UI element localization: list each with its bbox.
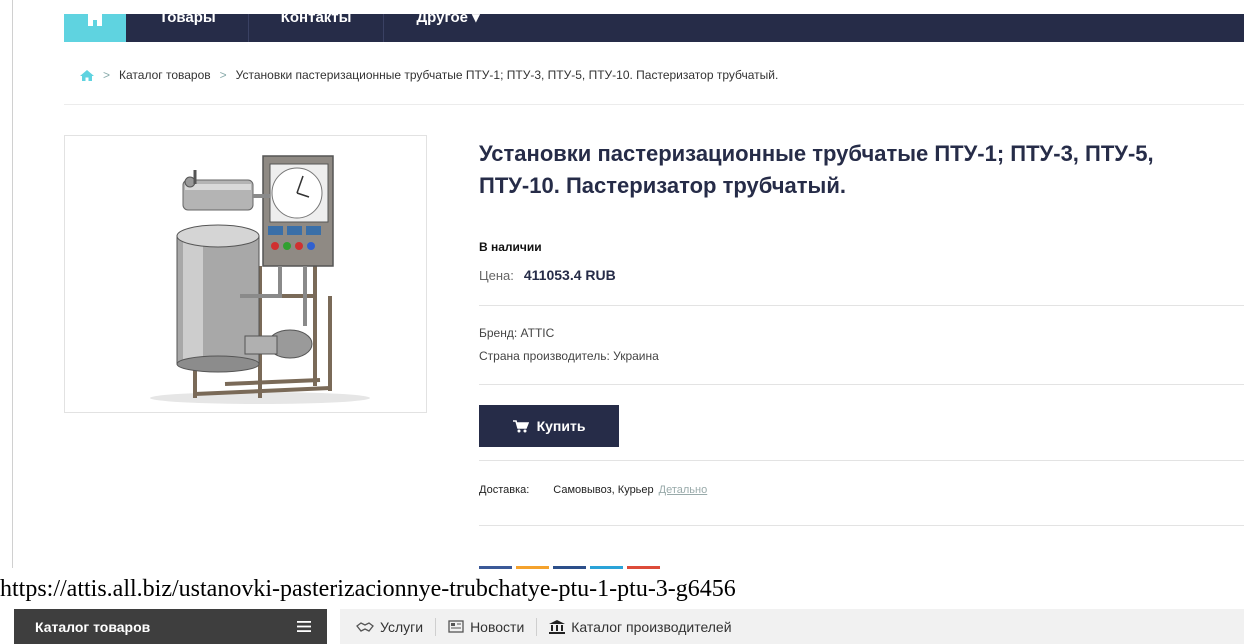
breadcrumb-home-icon[interactable] <box>80 69 94 81</box>
nav-home-button[interactable] <box>64 14 126 42</box>
share-buttons <box>479 566 660 569</box>
divider <box>479 525 1244 526</box>
divider <box>479 384 1244 385</box>
price-value: 411053.4 RUB <box>523 267 616 283</box>
country-info: Страна производитель: Украина <box>479 349 659 363</box>
catalog-menu-button[interactable]: Каталог товаров <box>14 609 327 644</box>
delivery-details-link[interactable]: Детально <box>659 484 708 496</box>
nav-item-products[interactable]: Товары <box>126 14 249 42</box>
nav-item-label: Товары <box>159 14 216 26</box>
news-label: Новости <box>470 618 525 635</box>
share-button[interactable] <box>627 566 660 569</box>
home-icon <box>88 14 102 26</box>
page-frame-border <box>12 0 13 568</box>
bank-icon <box>549 619 566 634</box>
divider <box>479 305 1244 306</box>
delivery-label: Доставка: <box>479 484 530 496</box>
breadcrumb-item-catalog[interactable]: Каталог товаров <box>119 68 211 82</box>
manufacturers-label: Каталог производителей <box>571 618 732 635</box>
nav-item-contacts[interactable]: Контакты <box>249 14 385 42</box>
breadcrumb-divider <box>64 104 1244 105</box>
share-button[interactable] <box>479 566 512 569</box>
menu-icon <box>297 621 311 632</box>
share-button[interactable] <box>553 566 586 569</box>
breadcrumb: > Каталог товаров > Установки пастеризац… <box>80 68 778 82</box>
breadcrumb-separator: > <box>103 68 111 82</box>
catalog-menu-label: Каталог товаров <box>35 618 151 635</box>
delivery-info: Доставка: Самовывоз, Курьер Детально <box>479 484 707 496</box>
cart-icon <box>512 419 529 432</box>
secondary-nav: Услуги Новости Каталог производителей <box>340 609 1244 644</box>
brand-info: Бренд: ATTIC <box>479 326 555 340</box>
newspaper-icon <box>448 620 464 633</box>
buy-button[interactable]: Купить <box>479 405 619 447</box>
news-link[interactable]: Новости <box>436 619 536 635</box>
stock-status: В наличии <box>479 240 542 254</box>
manufacturers-link[interactable]: Каталог производителей <box>537 619 743 635</box>
share-button[interactable] <box>516 566 549 569</box>
page-url: https://attis.all.biz/ustanovki-pasteriz… <box>0 576 736 602</box>
product-title: Установки пастеризационные трубчатые ПТУ… <box>479 141 1154 198</box>
divider <box>479 460 1244 461</box>
breadcrumb-separator: > <box>219 68 227 82</box>
handshake-icon <box>356 621 374 632</box>
buy-button-label: Купить <box>536 418 586 434</box>
services-label: Услуги <box>380 618 424 635</box>
price-label: Цена: <box>479 268 514 283</box>
share-button[interactable] <box>590 566 623 569</box>
nav-item-label: Контакты <box>280 14 352 26</box>
top-navigation: Товары Контакты Другое ▾ <box>64 14 1244 42</box>
price-row: Цена: 411053.4 RUB <box>479 267 616 283</box>
nav-item-other[interactable]: Другое ▾ <box>384 14 511 42</box>
breadcrumb-item-current: Установки пастеризационные трубчатые ПТУ… <box>235 68 779 82</box>
nav-item-label: Другое ▾ <box>416 14 480 26</box>
services-link[interactable]: Услуги <box>340 619 435 635</box>
product-image[interactable] <box>64 135 427 413</box>
delivery-methods: Самовывоз, Курьер <box>553 484 654 496</box>
